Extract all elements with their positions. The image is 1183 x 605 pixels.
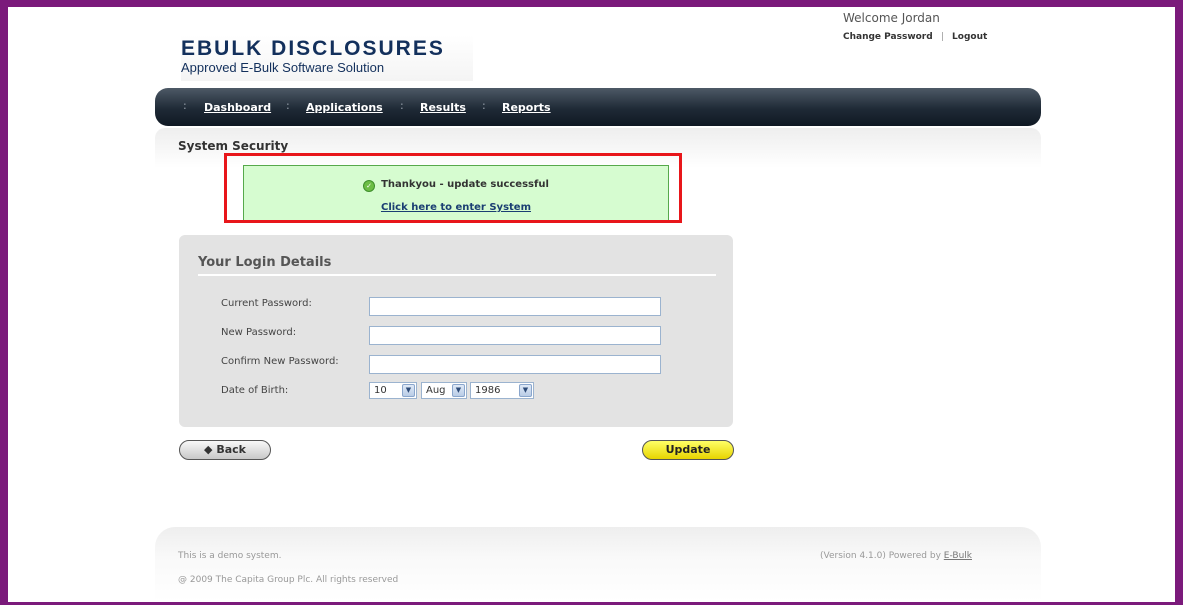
nav-separator: : [400,99,404,112]
login-details-title: Your Login Details [198,255,332,270]
nav-separator: : [286,99,290,112]
logout-link[interactable]: Logout [952,32,987,42]
dob-label: Date of Birth: [221,385,289,396]
logo: EBULK DISCLOSURES Approved E-Bulk Softwa… [181,35,473,81]
account-links-separator: | [940,32,944,42]
demo-notice: This is a demo system. [178,551,282,561]
update-button[interactable]: Update [642,440,734,460]
ebulk-link[interactable]: E-Bulk [944,551,972,561]
nav-item-applications[interactable]: Applications [306,101,383,114]
dob-month-value: Aug [426,385,446,396]
divider [198,274,716,276]
current-password-input[interactable] [369,297,661,316]
nav-separator: : [183,99,187,112]
page-title: System Security [178,139,289,153]
account-links: Change Password | Logout [843,32,987,42]
footer: This is a demo system. @ 2009 The Capita… [155,527,1041,602]
new-password-input[interactable] [369,326,661,345]
dob-day-select[interactable]: 10 ▼ [369,382,417,399]
nav-item-reports[interactable]: Reports [502,101,551,114]
nav-item-dashboard[interactable]: Dashboard [204,101,271,114]
dob-day-value: 10 [374,385,387,396]
new-password-label: New Password: [221,327,297,338]
confirm-password-label: Confirm New Password: [221,356,339,367]
nav-separator: : [482,99,486,112]
dob-year-select[interactable]: 1986 ▼ [470,382,534,399]
change-password-link[interactable]: Change Password [843,32,933,42]
dob-year-value: 1986 [475,385,501,396]
back-button[interactable]: ◆ Back [179,440,271,460]
login-details-card: Your Login Details Current Password: New… [179,235,733,427]
welcome-text: Welcome Jordan [843,11,940,25]
copyright: @ 2009 The Capita Group Plc. All rights … [178,575,399,585]
browser-frame: EBULK DISCLOSURES Approved E-Bulk Softwa… [0,0,1183,605]
confirm-password-input[interactable] [369,355,661,374]
dob-month-select[interactable]: Aug ▼ [421,382,467,399]
version-text: (Version 4.1.0) Powered by [820,551,941,561]
current-password-label: Current Password: [221,298,312,309]
page: EBULK DISCLOSURES Approved E-Bulk Softwa… [8,7,1175,602]
logo-subtitle: Approved E-Bulk Software Solution [181,60,385,75]
highlight-annotation [224,153,682,223]
main-nav: : Dashboard : Applications : Results : R… [155,88,1041,126]
version-info: (Version 4.1.0) Powered by E-Bulk [820,551,972,561]
nav-item-results[interactable]: Results [420,101,466,114]
chevron-down-icon: ▼ [519,384,532,397]
chevron-down-icon: ▼ [402,384,415,397]
logo-title: EBULK DISCLOSURES [181,37,445,60]
chevron-down-icon: ▼ [452,384,465,397]
